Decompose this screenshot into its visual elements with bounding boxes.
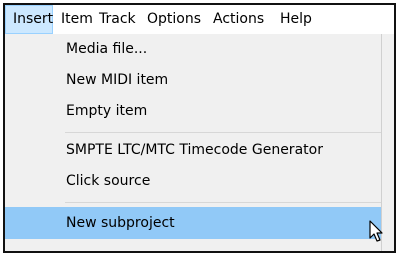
menu-item-label: Click source bbox=[66, 173, 151, 189]
menu-item-label: New MIDI item bbox=[66, 72, 169, 88]
menu-options[interactable]: Options bbox=[147, 5, 201, 34]
menu-item-label: Empty item bbox=[66, 103, 148, 119]
menu-item-empty-item[interactable]: Empty item bbox=[5, 96, 381, 127]
app-window: Insert Item Track Options Actions Help M… bbox=[3, 3, 396, 253]
menu-insert[interactable]: Insert bbox=[5, 5, 53, 34]
menu-item-label: SMPTE LTC/MTC Timecode Generator bbox=[66, 142, 323, 158]
menu-help[interactable]: Help bbox=[280, 5, 312, 34]
menu-item[interactable]: Item bbox=[61, 5, 93, 34]
menu-item-media-file[interactable]: Media file... bbox=[5, 34, 381, 65]
menu-item-smpte-timecode-generator[interactable]: SMPTE LTC/MTC Timecode Generator bbox=[5, 135, 381, 166]
menu-separator bbox=[65, 132, 381, 133]
menu-actions[interactable]: Actions bbox=[213, 5, 264, 34]
menu-track[interactable]: Track bbox=[99, 5, 136, 34]
arrow-pointer-icon bbox=[369, 220, 383, 242]
menu-item-label: New subproject bbox=[66, 215, 175, 231]
menu-item-new-midi-item[interactable]: New MIDI item bbox=[5, 65, 381, 96]
menu-item-click-source[interactable]: Click source bbox=[5, 166, 381, 197]
insert-dropdown-menu: Media file... New MIDI item Empty item S… bbox=[5, 34, 382, 251]
menu-bar: Insert Item Track Options Actions Help bbox=[5, 5, 394, 34]
menu-item-new-subproject[interactable]: New subproject bbox=[5, 207, 381, 239]
menu-item-label: Media file... bbox=[66, 41, 148, 57]
menu-separator bbox=[65, 202, 381, 203]
